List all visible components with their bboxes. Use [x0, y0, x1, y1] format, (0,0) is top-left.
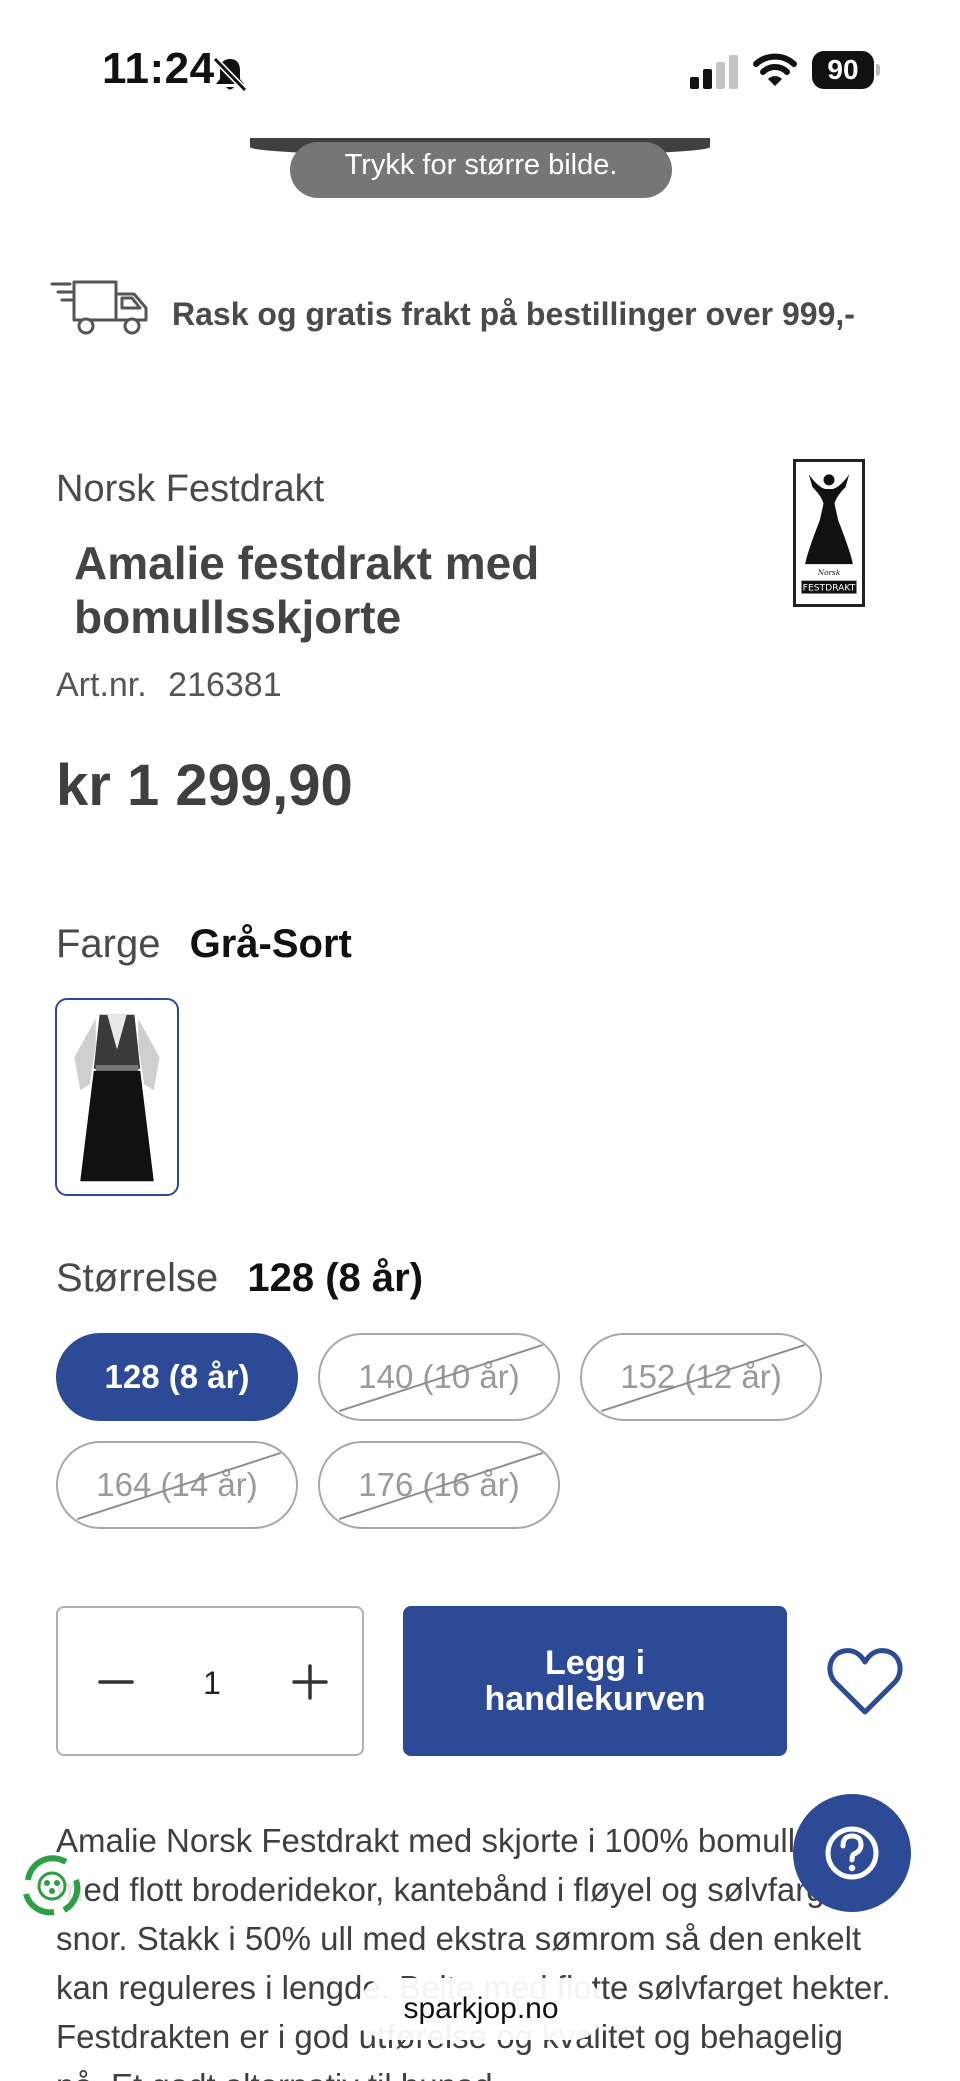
signal-icon: [690, 55, 738, 89]
help-button[interactable]: [793, 1794, 911, 1912]
brand-logo[interactable]: FESTDRAKT Norsk: [793, 459, 865, 607]
article-number-value: 216381: [168, 666, 282, 704]
status-time: 11:24: [102, 44, 215, 93]
image-zoom-hint[interactable]: Trykk for større bilde.: [290, 142, 672, 198]
size-value: 128 (8 år): [247, 1256, 424, 1300]
minus-icon[interactable]: [88, 1654, 144, 1710]
brand-name[interactable]: Norsk Festdrakt: [56, 468, 324, 511]
dress-thumbnail: [74, 1014, 160, 1182]
size-option-label: 128 (8 år): [104, 1358, 250, 1395]
battery-level: 90: [812, 51, 874, 89]
size-option-140[interactable]: 140 (10 år): [318, 1333, 560, 1421]
quantity-value[interactable]: 1: [168, 1656, 256, 1710]
article-number-label: Art.nr.: [56, 666, 147, 704]
color-label: Farge: [56, 922, 161, 966]
plus-icon[interactable]: [282, 1654, 338, 1710]
recycle-badge-icon[interactable]: [16, 1850, 88, 1922]
question-mark-icon: [825, 1826, 879, 1880]
dancer-logo-icon: FESTDRAKT Norsk: [801, 474, 857, 594]
svg-text:FESTDRAKT: FESTDRAKT: [803, 583, 856, 594]
heart-outline-icon[interactable]: [826, 1644, 904, 1718]
product-description: Amalie Norsk Festdrakt med skjorte i 100…: [56, 1822, 891, 2081]
add-to-cart-button[interactable]: Legg i handlekurven: [403, 1606, 787, 1756]
delivery-truck-icon: [50, 280, 148, 335]
article-number-row: Art.nr. 216381: [56, 666, 282, 705]
color-value: Grå-Sort: [189, 922, 352, 966]
size-option-128[interactable]: 128 (8 år): [56, 1333, 298, 1421]
status-bar: 11:24 90: [0, 0, 960, 140]
quantity-stepper: 1: [56, 1606, 364, 1756]
size-option-176[interactable]: 176 (16 år): [318, 1441, 560, 1529]
size-option-152[interactable]: 152 (12 år): [580, 1333, 822, 1421]
color-selector-label: Farge Grå-Sort: [56, 922, 352, 967]
size-selector-label: Størrelse 128 (8 år): [56, 1256, 423, 1301]
bell-slash-icon: [212, 56, 248, 93]
product-price: kr 1 299,90: [56, 753, 353, 818]
add-to-cart-label: Legg i handlekurven: [484, 1644, 706, 1718]
color-swatch-gra-sort[interactable]: [55, 998, 179, 1196]
svg-text:Norsk: Norsk: [817, 568, 841, 577]
product-title: Amalie festdrakt med bomullsskjorte: [74, 537, 540, 643]
browser-domain-pill[interactable]: sparkjop.no: [358, 1978, 604, 2040]
product-page: 11:24 90 Trykk for større bilde. Rask og…: [0, 0, 960, 2081]
wifi-icon: [753, 53, 797, 86]
battery-indicator: 90: [812, 51, 880, 89]
battery-nub: [876, 64, 880, 76]
size-option-164[interactable]: 164 (14 år): [56, 1441, 298, 1529]
size-label: Størrelse: [56, 1256, 219, 1300]
free-shipping-text: Rask og gratis frakt på bestillinger ove…: [172, 296, 855, 332]
